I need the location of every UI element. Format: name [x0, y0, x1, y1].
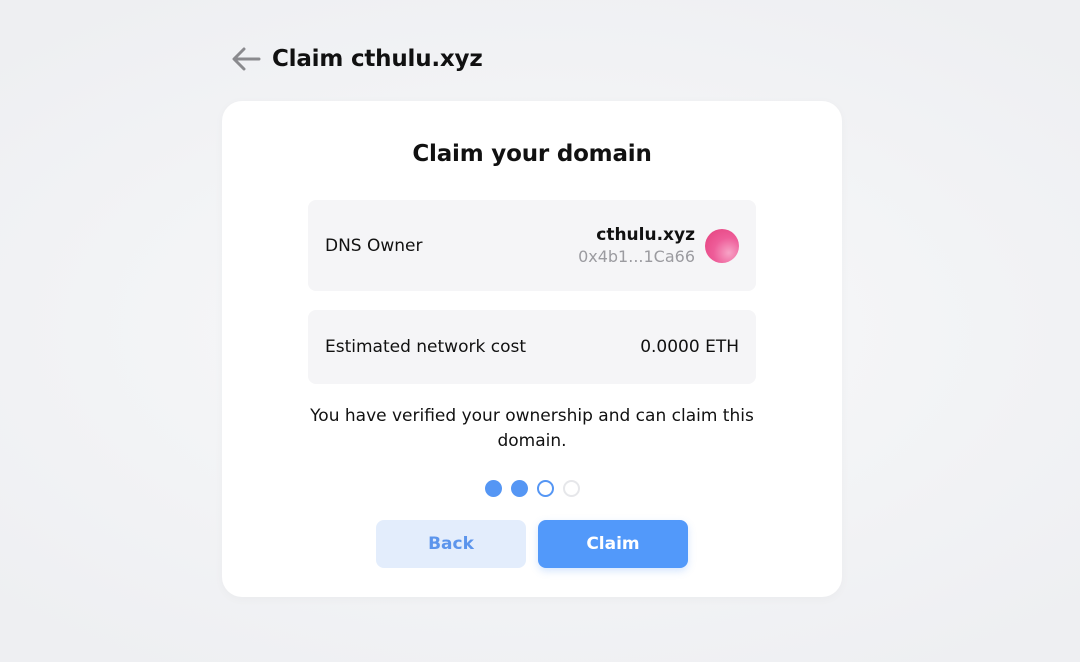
step-dot-4 [562, 480, 580, 497]
dns-owner-label: DNS Owner [325, 235, 423, 256]
page-header: Claim cthulu.xyz [230, 42, 483, 76]
owner-address: 0x4b1...1Ca66 [578, 246, 695, 266]
back-arrow-icon[interactable] [230, 43, 262, 75]
avatar-icon [705, 228, 739, 263]
step-indicator [222, 480, 842, 497]
step-dot-1 [484, 480, 502, 497]
action-buttons: Back Claim [222, 520, 842, 568]
dns-owner-row: DNS Owner cthulu.xyz 0x4b1...1Ca66 [308, 200, 756, 291]
verification-message: You have verified your ownership and can… [310, 406, 754, 451]
step-dot-3 [536, 480, 554, 497]
network-cost-value: 0.0000 ETH [640, 337, 739, 357]
network-cost-row: Estimated network cost 0.0000 ETH [308, 310, 756, 384]
page-title: Claim cthulu.xyz [272, 46, 483, 72]
owner-info: cthulu.xyz 0x4b1...1Ca66 [578, 224, 739, 268]
card-title: Claim your domain [412, 141, 652, 167]
step-dot-2 [510, 480, 528, 497]
owner-name: cthulu.xyz [596, 224, 695, 245]
back-button[interactable]: Back [376, 520, 526, 568]
network-cost-label: Estimated network cost [325, 337, 526, 357]
claim-button[interactable]: Claim [538, 520, 688, 568]
claim-card: Claim your domain DNS Owner cthulu.xyz 0… [222, 101, 842, 597]
